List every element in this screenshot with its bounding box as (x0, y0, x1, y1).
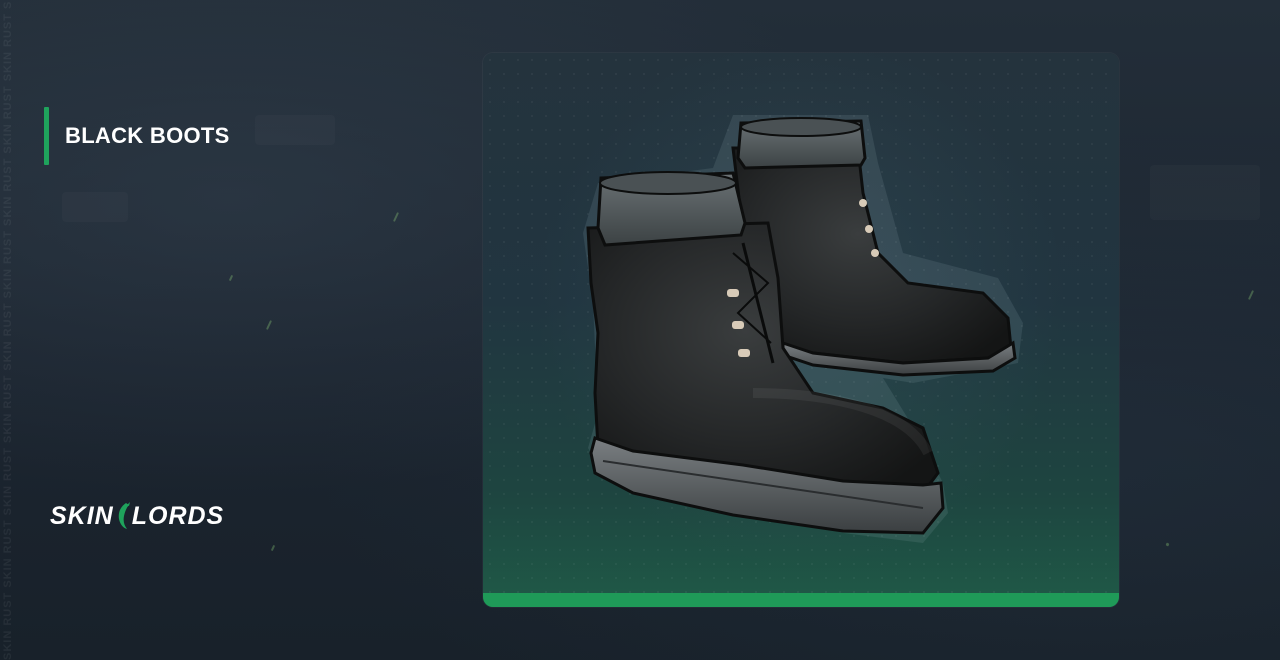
ghost-block (62, 192, 128, 222)
side-watermark: SKIN RUST SKIN RUST SKIN RUST SKIN RUST … (2, 0, 14, 660)
logo-text-right: LORDS (131, 501, 225, 530)
item-title-block: BLACK BOOTS (44, 107, 230, 165)
ghost-block (1150, 165, 1260, 220)
skinlords-logo: SKIN LORDS (50, 500, 224, 532)
decor-speck (1165, 542, 1170, 547)
decor-speck (392, 212, 400, 222)
ghost-block (255, 115, 335, 145)
decor-speck (265, 320, 273, 330)
title-accent-bar (44, 107, 49, 165)
rarity-bar (483, 593, 1119, 607)
item-title: BLACK BOOTS (65, 123, 230, 148)
decor-speck (270, 544, 276, 552)
decor-speck (228, 274, 234, 282)
decor-speck (1247, 290, 1255, 300)
dragon-icon (118, 502, 130, 529)
thumbnail-canvas: SKIN RUST SKIN RUST SKIN RUST SKIN RUST … (0, 0, 1280, 660)
item-preview-card (483, 53, 1119, 607)
black-boots-image (583, 115, 1023, 543)
logo-text-left: SKIN (50, 501, 114, 530)
